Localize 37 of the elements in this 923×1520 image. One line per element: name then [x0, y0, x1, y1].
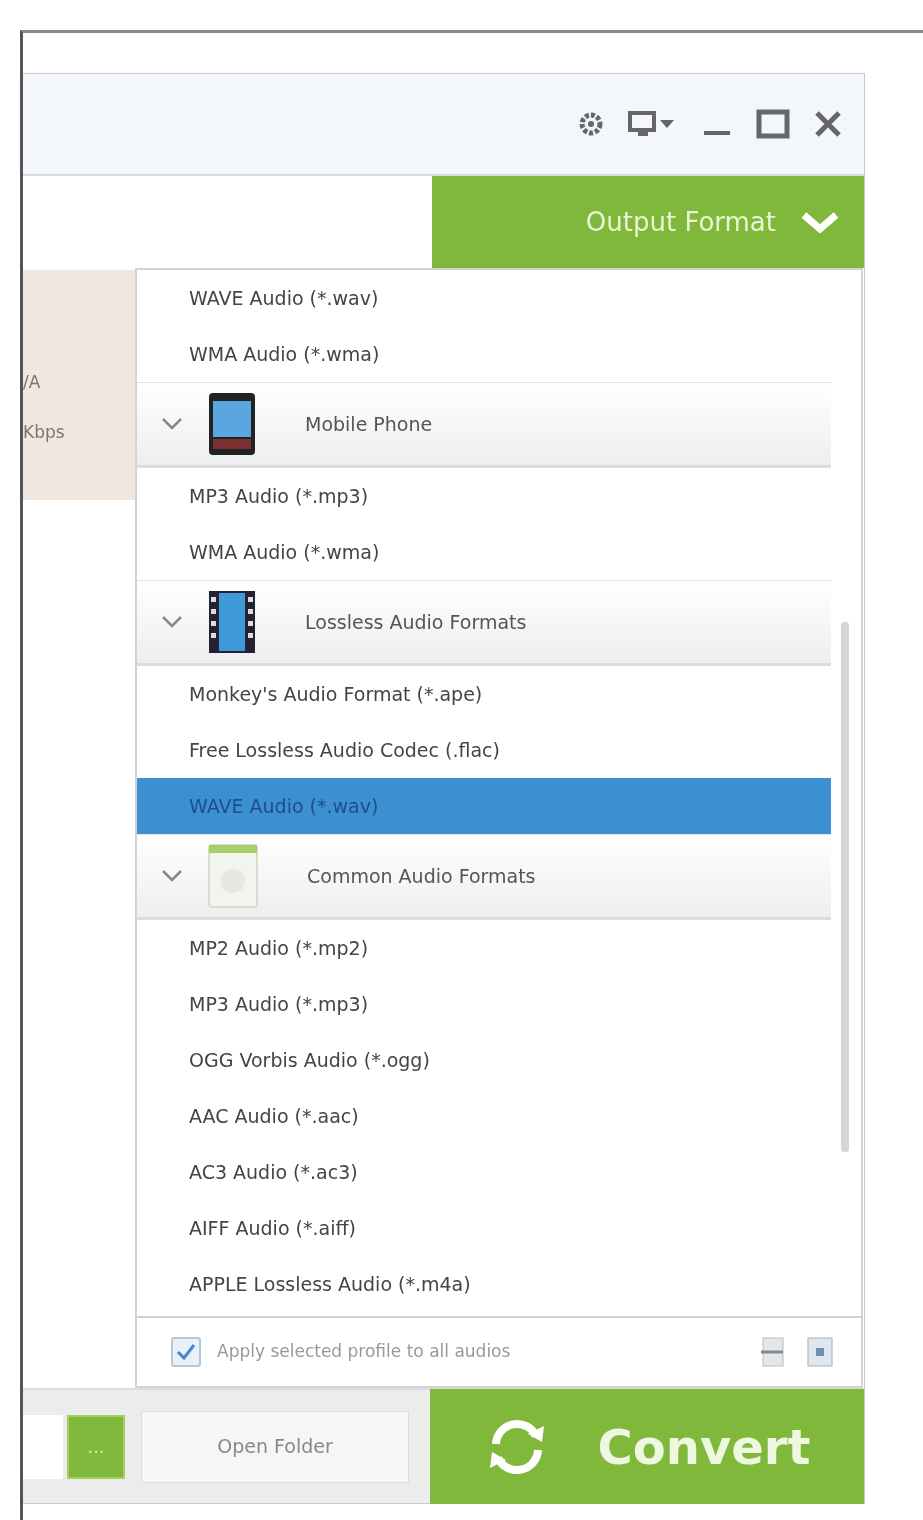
path-field[interactable] [23, 1414, 63, 1479]
phone-icon [207, 391, 257, 457]
chevron-icon [161, 615, 183, 629]
chevron-icon [161, 869, 183, 883]
import-icon[interactable] [805, 1336, 835, 1368]
category-header[interactable]: Common Audio Formats [137, 834, 831, 920]
checkmark-icon [176, 1343, 196, 1361]
scrollbar[interactable] [841, 622, 849, 1152]
document-icon [207, 843, 259, 909]
list-item[interactable]: WAVE Audio (*.wav) [137, 270, 861, 326]
cut-text: /A [23, 371, 42, 394]
category-label: Common Audio Formats [307, 863, 536, 889]
list-item[interactable]: APPLE Lossless Audio (*.m4a) [137, 1256, 861, 1312]
chevron-icon [161, 417, 183, 431]
list-item[interactable]: AAC Audio (*.aac) [137, 1088, 861, 1144]
list-item[interactable]: Free Lossless Audio Codec (.flac) [137, 722, 861, 778]
list-item[interactable]: MP2 Audio (*.mp2) [137, 920, 861, 976]
list-item[interactable]: WMA Audio (*.wma) [137, 326, 861, 382]
cut-text: Kbps [23, 420, 66, 444]
settings-icon[interactable] [578, 111, 604, 137]
list-item[interactable]: Monkey's Audio Format (*.ape) [137, 666, 861, 722]
list-item[interactable]: AIFF Audio (*.aiff) [137, 1200, 861, 1256]
film-strip-icon [207, 589, 257, 655]
close-icon[interactable] [814, 110, 842, 138]
list-item[interactable]: AC3 Audio (*.ac3) [137, 1144, 861, 1200]
category-header[interactable]: Mobile Phone [137, 382, 831, 468]
list-item[interactable]: OGG Vorbis Audio (*.ogg) [137, 1032, 861, 1088]
category-header[interactable]: Lossless Audio Formats [137, 580, 831, 666]
chevron-icon [800, 211, 840, 233]
list-item[interactable]: WMA Audio (*.wma) [137, 524, 861, 580]
list-item[interactable]: MP3 Audio (*.mp3) [137, 468, 861, 524]
checkbox[interactable] [171, 1337, 201, 1367]
checkbox-label: Apply selected profile to all audios [217, 1340, 512, 1364]
category-label: Lossless Audio Formats [305, 609, 527, 635]
maximize-icon[interactable] [756, 109, 790, 139]
category-label: Mobile Phone [305, 411, 433, 437]
list-item[interactable]: MP3 Audio (*.mp3) [137, 976, 861, 1032]
